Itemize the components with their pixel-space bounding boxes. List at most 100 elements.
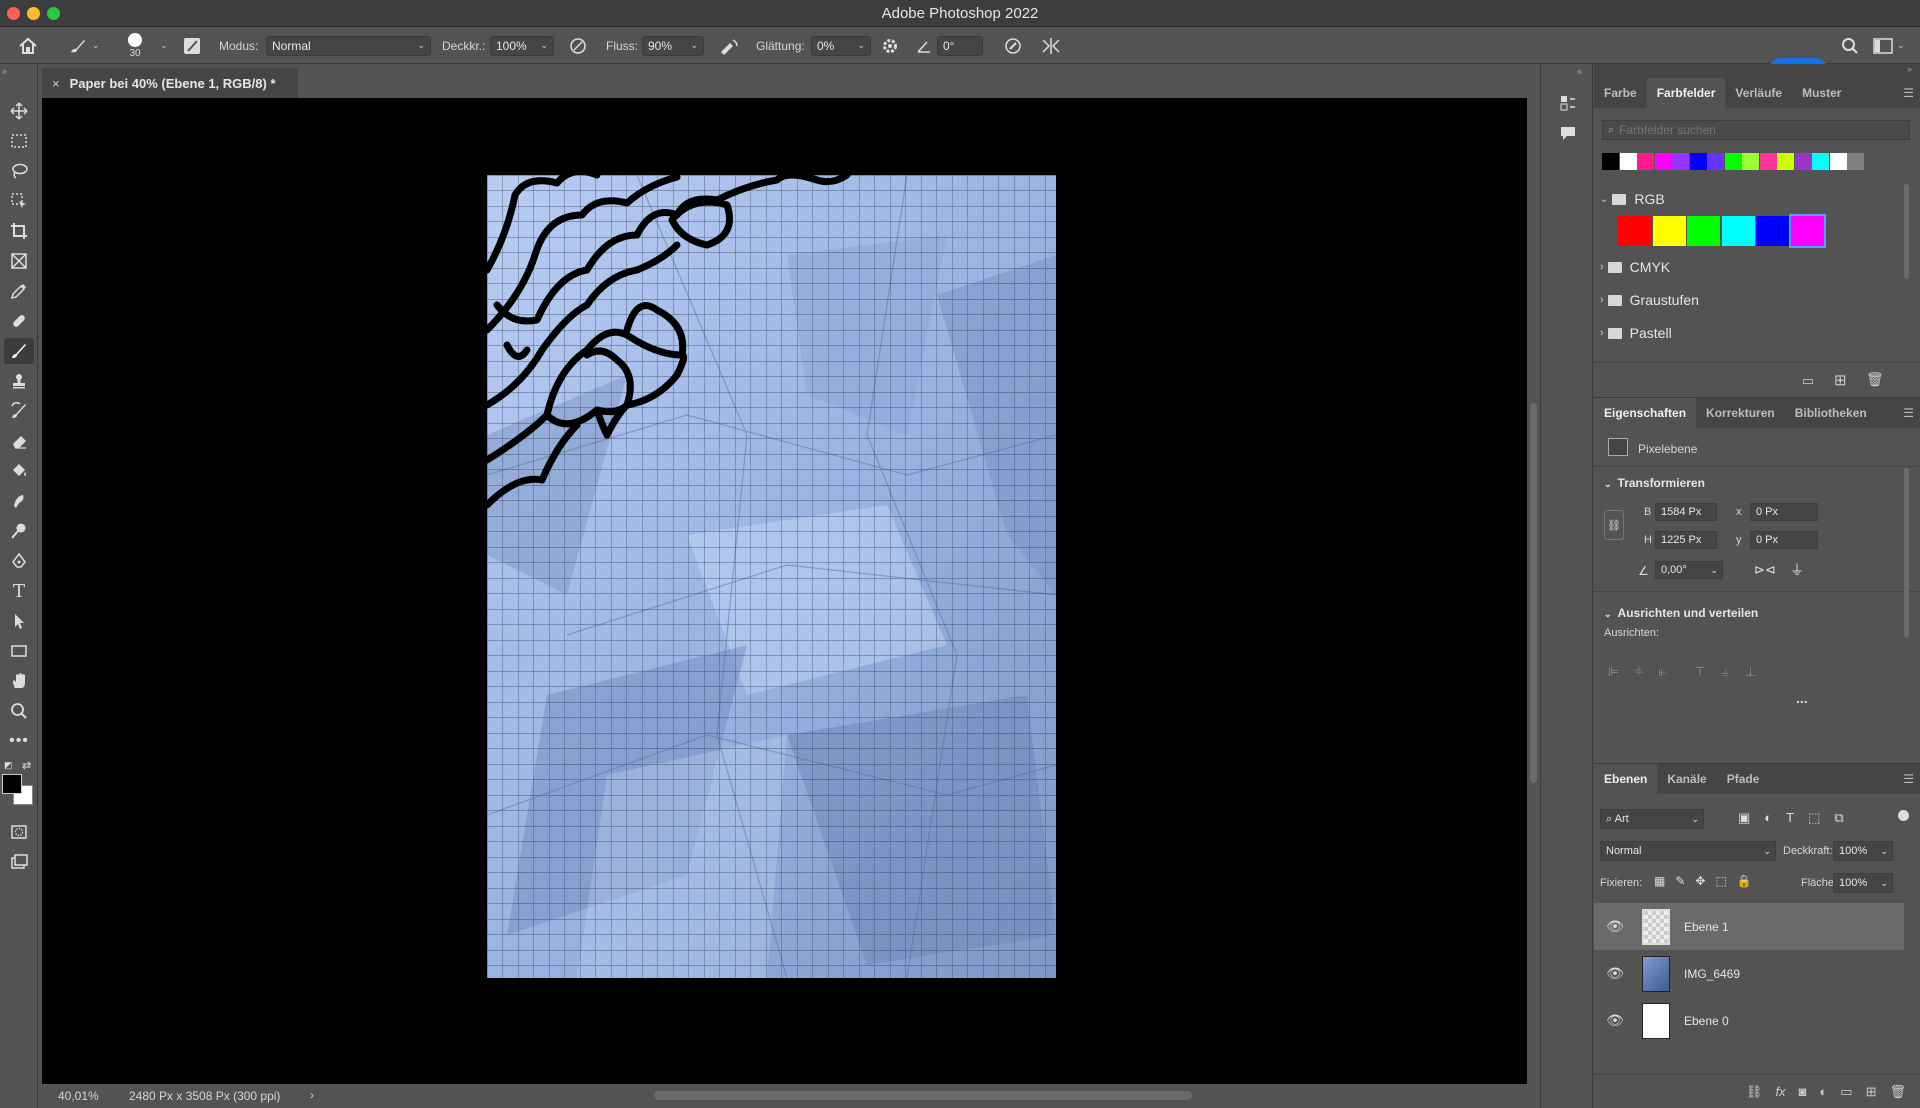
blend-mode-select[interactable]: Normal ⌄ bbox=[1600, 841, 1776, 861]
layer-name[interactable]: IMG_6469 bbox=[1684, 967, 1740, 981]
link-proportions-icon[interactable]: ⛓ bbox=[1604, 510, 1624, 540]
color-swatch[interactable] bbox=[1829, 153, 1847, 170]
eye-icon[interactable]: 👁 bbox=[1602, 965, 1628, 982]
eye-icon[interactable]: 👁 bbox=[1602, 1012, 1628, 1029]
marquee-tool-icon[interactable] bbox=[4, 128, 34, 154]
tab-ebenen[interactable]: Ebenen bbox=[1594, 764, 1658, 794]
color-swatch[interactable] bbox=[1812, 153, 1829, 170]
smart-object-filter-icon[interactable]: ⧉ bbox=[1834, 810, 1843, 826]
object-selection-tool-icon[interactable] bbox=[4, 188, 34, 214]
link-layers-icon[interactable]: ⛓ bbox=[1746, 1084, 1763, 1100]
panel-menu-icon[interactable]: ☰ bbox=[1903, 406, 1914, 420]
align-right-icon[interactable]: ⫦ bbox=[1659, 664, 1666, 680]
flow-field[interactable]: 90% ⌄ bbox=[642, 35, 704, 56]
swatch-search-field[interactable] bbox=[1619, 123, 1880, 137]
comments-panel-icon[interactable] bbox=[1559, 124, 1577, 142]
add-mask-icon[interactable]: ◙ bbox=[1799, 1084, 1807, 1099]
color-swatch[interactable] bbox=[1742, 153, 1759, 170]
swap-colors-icon[interactable]: ⇄ bbox=[22, 759, 31, 772]
brush-tool-icon[interactable] bbox=[4, 338, 34, 364]
tab-kanaele[interactable]: Kanäle bbox=[1657, 764, 1716, 794]
panel-menu-icon[interactable]: ☰ bbox=[1903, 86, 1914, 100]
shape-filter-icon[interactable]: ⬚ bbox=[1808, 810, 1820, 826]
adjustment-filter-icon[interactable]: ◐ bbox=[1764, 810, 1772, 826]
panel-menu-icon[interactable]: ☰ bbox=[1903, 772, 1914, 786]
tab-pfade[interactable]: Pfade bbox=[1717, 764, 1770, 794]
color-swatch[interactable] bbox=[1756, 216, 1789, 246]
color-swatch[interactable] bbox=[1794, 153, 1812, 170]
layer-opacity-field[interactable]: 100% ⌄ bbox=[1833, 841, 1893, 861]
tab-bibliotheken[interactable]: Bibliotheken bbox=[1785, 398, 1877, 428]
lock-all-icon[interactable]: 🔒 bbox=[1737, 874, 1752, 888]
image-filter-icon[interactable]: ▣ bbox=[1738, 810, 1750, 826]
vertical-scroll-thumb[interactable] bbox=[1530, 403, 1537, 783]
align-hcenter-icon[interactable]: ⫩ bbox=[1635, 664, 1642, 680]
quick-mask-icon[interactable] bbox=[4, 819, 34, 845]
move-tool-icon[interactable] bbox=[4, 98, 34, 124]
color-swatch[interactable] bbox=[1721, 216, 1755, 246]
history-panel-icon[interactable] bbox=[1559, 94, 1577, 112]
layer-name[interactable]: Ebene 0 bbox=[1684, 1014, 1729, 1028]
more-tools-icon[interactable]: ••• bbox=[4, 728, 34, 754]
transform-section[interactable]: ⌄ Transformieren bbox=[1604, 476, 1705, 490]
y-field[interactable]: 0 Px bbox=[1750, 531, 1818, 549]
home-icon[interactable] bbox=[18, 27, 38, 64]
vertical-scrollbar[interactable] bbox=[1527, 98, 1540, 1084]
flip-horizontal-icon[interactable]: ⊳⊲ bbox=[1754, 562, 1776, 578]
lasso-tool-icon[interactable] bbox=[4, 158, 34, 184]
history-brush-tool-icon[interactable] bbox=[4, 398, 34, 424]
tab-korrekturen[interactable]: Korrekturen bbox=[1696, 398, 1785, 428]
paint-bucket-tool-icon[interactable] bbox=[4, 458, 34, 484]
eraser-tool-icon[interactable] bbox=[4, 428, 34, 454]
document-canvas[interactable] bbox=[487, 175, 1056, 978]
healing-brush-tool-icon[interactable] bbox=[4, 308, 34, 334]
swatch-group-cmyk[interactable]: › CMYK bbox=[1600, 252, 1906, 282]
align-vcenter-icon[interactable]: ⫨ bbox=[1721, 664, 1728, 680]
x-field[interactable]: 0 Px bbox=[1750, 503, 1818, 521]
gear-icon[interactable] bbox=[881, 27, 899, 64]
new-group-icon[interactable]: ▭ bbox=[1840, 1084, 1852, 1100]
horizontal-scroll-thumb[interactable] bbox=[654, 1091, 1192, 1100]
smoothing-field[interactable]: 0% ⌄ bbox=[811, 35, 871, 56]
foreground-color-swatch[interactable] bbox=[2, 774, 22, 794]
more-options-button[interactable]: ... bbox=[1796, 690, 1808, 706]
search-icon[interactable] bbox=[1841, 27, 1859, 64]
tab-muster[interactable]: Muster bbox=[1792, 78, 1851, 108]
eye-icon[interactable]: 👁 bbox=[1602, 918, 1628, 935]
tab-verlaeufe[interactable]: Verläufe bbox=[1725, 78, 1792, 108]
color-swatch[interactable] bbox=[1707, 153, 1724, 170]
layer-row[interactable]: 👁 Ebene 0 bbox=[1594, 997, 1904, 1044]
zoom-tool-icon[interactable] bbox=[4, 698, 34, 724]
canvas-area[interactable] bbox=[42, 98, 1527, 1084]
layer-name[interactable]: Ebene 1 bbox=[1684, 920, 1729, 934]
tab-farbe[interactable]: Farbe bbox=[1594, 78, 1647, 108]
brush-size-picker[interactable]: 30 bbox=[128, 27, 142, 64]
type-filter-icon[interactable]: T bbox=[1786, 810, 1794, 826]
rectangle-tool-icon[interactable] bbox=[4, 638, 34, 664]
eyedropper-tool-icon[interactable] bbox=[4, 278, 34, 304]
color-swatch[interactable] bbox=[1847, 153, 1864, 170]
flip-vertical-icon[interactable]: ⏚ bbox=[1790, 560, 1804, 580]
color-swatch[interactable] bbox=[1689, 153, 1707, 170]
color-swatch[interactable] bbox=[1618, 216, 1651, 246]
swatch-group-rgb[interactable]: ⌄ RGB bbox=[1600, 184, 1906, 214]
adjustment-layer-icon[interactable]: ◐ bbox=[1819, 1084, 1827, 1099]
width-field[interactable]: 1584 Px bbox=[1655, 503, 1717, 521]
screen-mode-icon[interactable] bbox=[4, 849, 34, 875]
fill-field[interactable]: 100% ⌄ bbox=[1833, 873, 1893, 893]
color-swatch[interactable] bbox=[1777, 153, 1794, 170]
lock-transparency-icon[interactable]: ▦ bbox=[1654, 874, 1665, 888]
color-swatch[interactable] bbox=[1788, 214, 1826, 248]
workspace-icon[interactable]: ⌄ bbox=[1873, 27, 1905, 64]
properties-scrollbar[interactable] bbox=[1904, 468, 1909, 638]
hand-tool-icon[interactable] bbox=[4, 668, 34, 694]
swatch-group-pastell[interactable]: › Pastell bbox=[1600, 318, 1906, 348]
fx-icon[interactable]: fx bbox=[1775, 1084, 1785, 1099]
collapse-panel-icon[interactable]: » bbox=[1907, 64, 1912, 74]
tab-eigenschaften[interactable]: Eigenschaften bbox=[1594, 398, 1697, 428]
dodge-tool-icon[interactable] bbox=[4, 518, 34, 544]
lock-pixels-icon[interactable]: ✎ bbox=[1675, 874, 1685, 888]
smudge-tool-icon[interactable] bbox=[4, 488, 34, 514]
brush-settings-icon[interactable] bbox=[182, 27, 202, 64]
mode-select[interactable]: Normal ⌄ bbox=[266, 35, 431, 56]
